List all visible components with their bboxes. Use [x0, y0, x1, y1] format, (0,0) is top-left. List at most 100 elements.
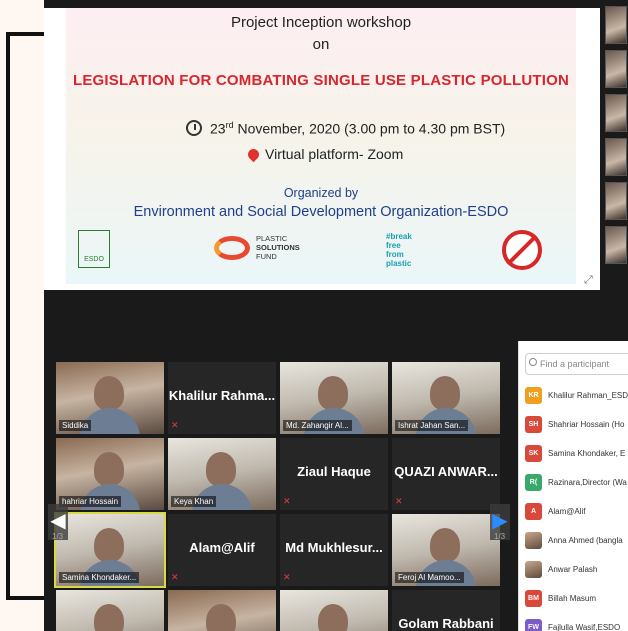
- participant-label: Ishrat Jahan San...: [395, 420, 469, 431]
- video-tile[interactable]: Md. Zahangir Al...: [280, 362, 388, 434]
- date-day: 23: [210, 120, 226, 137]
- participant-name: Khalilur Rahma...: [168, 388, 276, 403]
- participant-item[interactable]: KR Khalilur Rahman_ESD: [525, 381, 628, 410]
- video-tile-active-speaker[interactable]: Samina Khondaker...: [54, 512, 166, 588]
- participant-label: hahriar Hossain: [59, 496, 122, 507]
- participant-item[interactable]: Anwar Palash: [525, 555, 628, 584]
- break-text-4: plastic: [386, 259, 412, 268]
- thumbnail-video[interactable]: [605, 50, 627, 88]
- video-tile[interactable]: Golam Rabbani: [392, 590, 500, 631]
- participant-name: QUAZI ANWAR...: [394, 464, 498, 479]
- participant-name: Md Mukhlesur...: [285, 540, 383, 555]
- video-tile[interactable]: hahriar Hossain: [56, 438, 164, 510]
- video-tile[interactable]: QUAZI ANWAR... ✕: [392, 438, 500, 510]
- participants-panel: Find a participant KR Khalilur Rahman_ESD…: [518, 341, 628, 631]
- break-text-3: from: [386, 250, 404, 259]
- participant-label: Samina Khondaker...: [59, 572, 140, 583]
- video-tile[interactable]: [56, 590, 164, 631]
- page-indicator-left: 1/3: [52, 532, 64, 541]
- organizer-name: Environment and Social Development Organ…: [133, 204, 509, 220]
- participant-item-name: Khalilur Rahman_ESD: [548, 391, 628, 400]
- participant-item[interactable]: Anna Ahmed (bangla: [525, 526, 628, 555]
- avatar: FW: [525, 619, 542, 631]
- shared-screen: Project Inception workshop on LEGISLATIO…: [44, 8, 600, 290]
- break-free-logo: #break free from plastic: [386, 232, 412, 268]
- presentation-slide: Project Inception workshop on LEGISLATIO…: [66, 8, 576, 284]
- participant-item[interactable]: BM Billah Masum: [525, 584, 628, 613]
- slide-title: LEGISLATION FOR COMBATING SINGLE USE PLA…: [72, 72, 570, 89]
- slide-subheading: on: [312, 36, 330, 53]
- participant-label: Feroj Al Mamoo...: [395, 572, 464, 583]
- muted-mic-icon: ✕: [171, 572, 179, 582]
- participant-item[interactable]: SH Shahriar Hossain (Ho: [525, 410, 628, 439]
- avatar: KR: [525, 387, 542, 404]
- muted-mic-icon: ✕: [171, 420, 179, 430]
- search-placeholder: Find a participant: [540, 359, 610, 369]
- thumbnail-video[interactable]: [605, 182, 627, 220]
- organizer-label: Organized by: [283, 186, 359, 200]
- psf-text-3: FUND: [256, 252, 277, 261]
- participant-list: KR Khalilur Rahman_ESD SH Shahriar Hossain…: [525, 381, 628, 631]
- clock-icon: [186, 120, 202, 137]
- thumbnail-strip: [604, 0, 628, 290]
- break-text-1: #break: [386, 232, 412, 241]
- participant-item-name: Anwar Palash: [548, 565, 598, 574]
- psf-text-2: SOLUTIONS: [256, 243, 300, 252]
- muted-mic-icon: ✕: [283, 572, 291, 582]
- slide-heading: Project Inception workshop: [230, 14, 412, 31]
- page-indicator-right: 1/3: [494, 532, 506, 541]
- participant-item-name: Anna Ahmed (bangla: [548, 536, 623, 545]
- date-text: November, 2020 (3.00 pm to 4.30 pm BST): [233, 120, 506, 137]
- avatar: R(: [525, 474, 542, 491]
- break-text-2: free: [386, 241, 401, 250]
- participant-item[interactable]: SK Samina Khondaker, E: [525, 439, 628, 468]
- no-plastic-icon: [502, 230, 542, 270]
- participant-item[interactable]: A Alam@Alif: [525, 497, 628, 526]
- video-tile[interactable]: Ishrat Jahan San...: [392, 362, 500, 434]
- esdo-logo: ESDO: [78, 230, 110, 268]
- participant-item-name: Alam@Alif: [548, 507, 586, 516]
- screenshot-frame: Project Inception workshop on LEGISLATIO…: [0, 0, 628, 631]
- thumbnail-video[interactable]: [605, 138, 627, 176]
- participant-name: Ziaul Haque: [297, 464, 371, 479]
- avatar: BM: [525, 590, 542, 607]
- video-tile[interactable]: Feroj Al Mamoo...: [392, 514, 500, 586]
- expand-icon[interactable]: ⤢: [584, 274, 593, 287]
- thumbnail-video[interactable]: [605, 6, 627, 44]
- avatar-photo: [525, 561, 542, 578]
- avatar: A: [525, 503, 542, 520]
- event-venue: Virtual platform- Zoom: [245, 146, 404, 162]
- participant-name: Alam@Alif: [189, 540, 255, 555]
- sponsor-logos: ESDO PLASTIC SOLUTIONS FUND #break free fr…: [66, 222, 576, 280]
- video-tile[interactable]: Ziaul Haque ✕: [280, 438, 388, 510]
- video-tile[interactable]: Alam@Alif ✕: [168, 514, 276, 586]
- video-tile[interactable]: Khalilur Rahma... ✕: [168, 362, 276, 434]
- muted-mic-icon: ✕: [283, 496, 291, 506]
- thumbnail-video[interactable]: [605, 94, 627, 132]
- participant-item-name: Samina Khondaker, E: [548, 449, 626, 458]
- zoom-window: Project Inception workshop on LEGISLATIO…: [44, 0, 628, 631]
- event-date: 23rd November, 2020 (3.00 pm to 4.30 pm …: [186, 120, 505, 137]
- video-tile[interactable]: Md Mukhlesur... ✕: [280, 514, 388, 586]
- participant-search-input[interactable]: Find a participant: [525, 353, 628, 375]
- video-tile[interactable]: [168, 590, 276, 631]
- participant-item[interactable]: FW Fajlulla Wasif,ESDO: [525, 613, 628, 631]
- location-pin-icon: [245, 146, 262, 162]
- search-icon: [529, 358, 537, 366]
- plastic-solutions-fund-logo: PLASTIC SOLUTIONS FUND: [214, 234, 300, 261]
- participant-name: Golam Rabbani: [398, 616, 494, 631]
- video-tile[interactable]: [280, 590, 388, 631]
- venue-text: Virtual platform- Zoom: [265, 146, 404, 162]
- psf-text-1: PLASTIC: [256, 234, 288, 243]
- video-tile[interactable]: Siddika: [56, 362, 164, 434]
- video-tile[interactable]: Keya Khan: [168, 438, 276, 510]
- participant-item[interactable]: R( Razinara,Director (Wa: [525, 468, 628, 497]
- participant-item-name: Razinara,Director (Wa: [548, 478, 627, 487]
- muted-mic-icon: ✕: [395, 496, 403, 506]
- avatar: SH: [525, 416, 542, 433]
- thumbnail-video[interactable]: [605, 226, 627, 264]
- participant-label: Md. Zahangir Al...: [283, 420, 352, 431]
- participant-item-name: Fajlulla Wasif,ESDO: [548, 623, 621, 631]
- participant-label: Siddika: [59, 420, 92, 431]
- participant-label: Keya Khan: [171, 496, 217, 507]
